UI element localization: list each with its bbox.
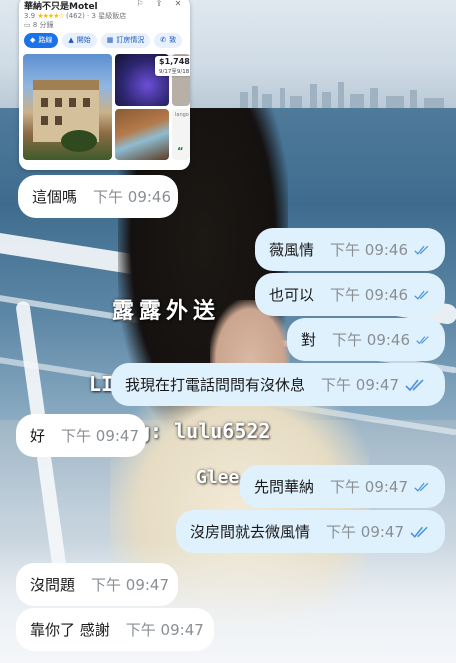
drive-time: ▭ 8 分鐘: [24, 20, 54, 30]
phone-icon: ✆: [160, 36, 167, 44]
message-time: 下午 09:47: [91, 576, 170, 594]
read-receipt-icon: [405, 378, 424, 391]
overlay-name: 露露外送: [112, 298, 221, 324]
message-text: 薇風情: [269, 241, 315, 259]
price-badge[interactable]: $1,748 9/17至9/18: [155, 56, 190, 76]
message-bubble-incoming[interactable]: 沒問題 下午 09:47: [16, 563, 178, 606]
review-count: (462): [66, 12, 85, 20]
message-time: 下午 09:47: [326, 523, 405, 541]
chip-label: 開始: [76, 36, 91, 44]
chip-availability[interactable]: ▦ 訂房情況: [100, 33, 151, 48]
message-time: 下午 09:46: [93, 188, 172, 206]
message-text: 這個嗎: [32, 188, 78, 206]
read-receipt-icon: [414, 245, 429, 255]
read-receipt-icon: [410, 526, 428, 538]
message-text: 沒問題: [30, 576, 76, 594]
share-icon[interactable]: ⇪: [153, 0, 165, 10]
message-bubble-incoming[interactable]: 這個嗎 下午 09:46: [18, 175, 178, 218]
message-time: 下午 09:46: [330, 241, 409, 259]
review-snippet-text: lango: [175, 112, 189, 118]
map-card-actions: ⚐ ⇪ ✕: [134, 0, 184, 10]
chip-start[interactable]: ▲ 開始: [62, 33, 97, 48]
directions-icon: ◆: [30, 36, 36, 44]
window-shape: [55, 98, 62, 107]
read-receipt-icon: [416, 335, 429, 344]
price-value: $1,748: [159, 57, 190, 66]
message-time: 下午 09:47: [321, 376, 400, 394]
read-receipt-icon: [414, 290, 429, 300]
overlay-line-id: g: lulu6522: [138, 419, 271, 443]
message-time: 下午 09:47: [330, 478, 409, 496]
message-bubble-incoming[interactable]: 靠你了 感謝 下午 09:47: [16, 608, 214, 651]
message-bubble-outgoing[interactable]: 沒房間就去微風情 下午 09:47: [176, 510, 445, 553]
message-time: 下午 09:47: [61, 427, 140, 445]
chip-directions[interactable]: ◆ 路線: [24, 33, 59, 48]
message-text: 好: [30, 427, 46, 445]
star-rating-icon: ★★★★☆: [37, 12, 64, 20]
window-shape: [41, 116, 48, 125]
window-shape: [69, 98, 76, 107]
hotel-exterior-photo[interactable]: [23, 54, 112, 160]
chip-call[interactable]: ✆ 致: [154, 33, 183, 48]
window-shape: [41, 98, 48, 107]
bush-shape: [61, 130, 97, 152]
chip-label: 致: [169, 36, 177, 44]
message-bubble-outgoing[interactable]: 也可以 下午 09:46: [255, 273, 445, 316]
message-text: 靠你了 感謝: [30, 621, 110, 639]
window-shape: [55, 116, 62, 125]
message-time: 下午 09:46: [330, 286, 409, 304]
message-text: 我現在打電話問問有沒休息: [125, 376, 306, 394]
price-dates: 9/17至9/18: [159, 69, 190, 75]
action-chips: ◆ 路線 ▲ 開始 ▦ 訂房情況 ✆ 致: [24, 33, 183, 48]
message-text: 先問華納: [254, 478, 315, 496]
car-icon: ▭: [24, 21, 31, 29]
message-time: 下午 09:46: [332, 331, 411, 349]
message-bubble-outgoing[interactable]: 先問華納 下午 09:47: [240, 465, 445, 508]
wallpaper-skyline: [240, 82, 444, 112]
hotel-bath-photo[interactable]: [115, 109, 169, 160]
calendar-icon: ▦: [106, 36, 114, 44]
message-bubble-incoming[interactable]: 好 下午 09:47: [16, 414, 146, 457]
message-text: 也可以: [269, 286, 315, 304]
overlay-glee: Glee: [196, 467, 240, 488]
bookmark-icon[interactable]: ⚐: [134, 0, 146, 10]
navigate-icon: ▲: [68, 36, 74, 44]
overlay-line-prefix: LI: [89, 372, 114, 396]
chip-label: 路線: [38, 36, 53, 44]
rating-value: 3.9: [24, 12, 36, 20]
message-text: 對: [301, 331, 317, 349]
drive-time-value: 8 分鐘: [32, 21, 54, 29]
message-bubble-outgoing[interactable]: 我現在打電話問問有沒休息 下午 09:47: [111, 363, 445, 406]
quote-icon: “: [177, 146, 184, 157]
chip-label: 訂房情況: [116, 36, 145, 44]
close-icon[interactable]: ✕: [172, 0, 184, 10]
message-bubble-outgoing[interactable]: 薇風情 下午 09:46: [255, 228, 445, 271]
message-time: 下午 09:47: [125, 621, 204, 639]
read-receipt-icon: [414, 482, 429, 492]
message-bubble-outgoing[interactable]: 對 下午 09:46: [287, 318, 445, 361]
hotel-class: 3 星級飯店: [91, 12, 127, 20]
message-text: 沒房間就去微風情: [190, 523, 311, 541]
shared-map-card[interactable]: 華納不只是Motel ⚐ ⇪ ✕ 3.9 ★★★★☆ (462) · 3 星級飯…: [19, 0, 190, 170]
window-shape: [83, 98, 90, 107]
